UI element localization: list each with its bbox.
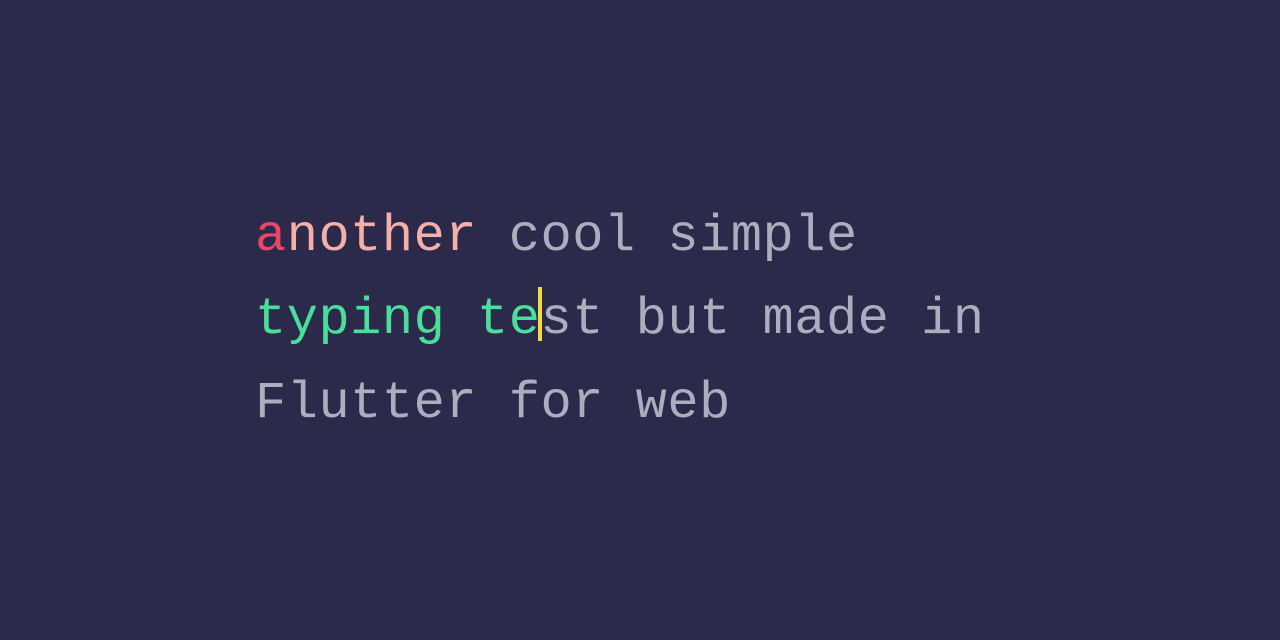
typing-char: F [255,374,287,433]
typing-test-area[interactable]: another cool simple typing test but made… [255,195,1025,445]
typing-char [604,374,636,433]
typing-char: e [509,290,541,349]
typing-char: i [699,207,731,266]
typing-char: l [287,374,319,433]
typing-char: o [572,207,604,266]
typing-char: g [414,290,446,349]
typing-char: p [318,290,350,349]
typing-char [477,374,509,433]
typing-char: t [572,290,604,349]
typing-char: o [540,374,572,433]
typing-char: n [287,207,319,266]
typing-char: f [509,374,541,433]
typing-char [636,207,668,266]
typing-char: o [318,207,350,266]
typing-char: t [382,374,414,433]
typing-char: b [699,374,731,433]
typing-char: t [255,290,287,349]
typing-char: h [382,207,414,266]
typing-char: r [572,374,604,433]
typing-char: t [477,290,509,349]
typing-char: a [794,290,826,349]
typing-char [731,290,763,349]
typing-char: w [636,374,668,433]
typing-char: d [826,290,858,349]
typing-char: l [794,207,826,266]
typing-char: r [445,374,477,433]
typing-char: e [414,374,446,433]
typing-char: m [763,290,795,349]
typing-char: s [667,207,699,266]
typing-char: n [953,290,985,349]
typing-char: a [255,207,287,266]
typing-char: b [636,290,668,349]
typing-char: i [350,290,382,349]
typing-char: i [921,290,953,349]
typing-char: u [318,374,350,433]
typing-char: o [540,207,572,266]
typing-char [858,207,890,266]
typing-char [604,290,636,349]
typing-char: t [699,290,731,349]
typing-char: e [858,290,890,349]
typing-char: e [826,207,858,266]
typing-char: e [414,207,446,266]
typing-char: l [604,207,636,266]
typing-char: e [667,374,699,433]
typing-char: t [350,374,382,433]
typing-char: s [540,290,572,349]
typing-char: n [382,290,414,349]
typing-char [477,207,509,266]
typing-char [889,290,921,349]
typing-char [985,290,1017,349]
typing-char: c [509,207,541,266]
typing-char: p [763,207,795,266]
typing-char: y [287,290,319,349]
typing-char [445,290,477,349]
typing-char: u [667,290,699,349]
typing-char: m [731,207,763,266]
typing-char: t [350,207,382,266]
typing-char: r [445,207,477,266]
